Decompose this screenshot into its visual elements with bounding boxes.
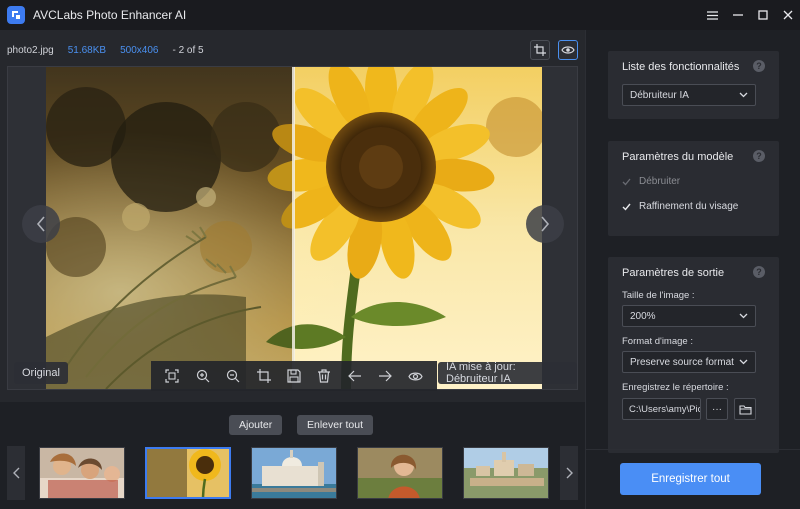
thumbnail-1[interactable] — [39, 447, 125, 499]
preview-toolbar — [151, 361, 437, 391]
chevron-left-icon — [36, 216, 45, 232]
thumbs-prev-button[interactable] — [7, 446, 25, 500]
thumbnail-4[interactable] — [357, 447, 443, 499]
zoom-in-button[interactable] — [192, 365, 214, 387]
help-icon[interactable]: ? — [753, 150, 765, 162]
zoom-out-button[interactable] — [222, 365, 244, 387]
denoise-option: Débruiter — [622, 176, 680, 187]
image-format-label: Format d'image : — [622, 336, 693, 347]
face-refine-option[interactable]: Raffinement du visage — [622, 201, 738, 212]
work-area: photo2.jpg 51.68KB 500x406 - 2 of 5 Orig… — [0, 30, 585, 402]
minimize-icon[interactable] — [725, 0, 750, 30]
save-directory-label: Enregistrez le répertoire : — [622, 382, 729, 393]
crop-button[interactable] — [253, 365, 275, 387]
save-directory-input[interactable]: C:\Users\amy\Pictures — [622, 398, 701, 420]
feature-select-value: Débruiteur IA — [630, 89, 689, 101]
browse-more-button[interactable]: ··· — [706, 398, 728, 420]
add-button[interactable]: Ajouter — [229, 415, 283, 435]
image-counter: - 2 of 5 — [172, 45, 204, 56]
denoise-checkbox — [622, 177, 631, 186]
close-icon[interactable] — [775, 0, 800, 30]
sunflower-photo[interactable] — [46, 67, 542, 389]
remove-all-button[interactable]: Enlever tout — [297, 415, 374, 435]
chevron-right-icon — [541, 216, 550, 232]
open-folder-button[interactable] — [734, 398, 756, 420]
redo-button[interactable] — [374, 365, 396, 387]
crop-icon — [534, 44, 546, 56]
preview-canvas: Original IA mise à jour: Débruiteur IA — [7, 66, 578, 391]
thumbnail-2-selected[interactable] — [145, 447, 231, 499]
crop-icon — [256, 369, 271, 383]
app-logo-icon — [7, 6, 25, 24]
file-name: photo2.jpg — [7, 45, 54, 56]
next-image-button[interactable] — [526, 205, 564, 243]
chevron-down-icon — [739, 92, 748, 98]
denoise-label: Débruiter — [639, 176, 681, 187]
menu-icon[interactable] — [700, 0, 725, 30]
help-icon[interactable]: ? — [753, 60, 765, 72]
image-size-value: 200% — [630, 310, 656, 322]
model-params-title: Paramètres du modèle — [622, 151, 734, 163]
arrow-left-icon — [347, 370, 361, 382]
image-info-bar: photo2.jpg 51.68KB 500x406 - 2 of 5 — [7, 45, 204, 56]
help-icon[interactable]: ? — [753, 266, 765, 278]
eye-icon — [408, 372, 423, 380]
preview-toggle-button[interactable] — [558, 40, 578, 60]
thumbs-next-button[interactable] — [560, 446, 578, 500]
feature-list-title: Liste des fonctionnalités — [622, 61, 740, 73]
panel-divider — [586, 449, 800, 450]
eye-icon — [561, 46, 575, 54]
original-label: Original — [14, 362, 68, 384]
save-icon — [287, 369, 301, 383]
output-params-title: Paramètres de sortie — [622, 267, 725, 279]
save-all-button[interactable]: Enregistrer tout — [620, 463, 761, 495]
file-size: 51.68KB — [67, 45, 107, 56]
image-size-label: Taille de l'image : — [622, 290, 695, 301]
feature-select[interactable]: Débruiteur IA — [622, 84, 756, 106]
check-icon — [622, 203, 631, 211]
chevron-down-icon — [739, 359, 748, 365]
face-refine-label: Raffinement du visage — [639, 201, 739, 212]
maximize-icon[interactable] — [750, 0, 775, 30]
settings-panel: Liste des fonctionnalités ? Débruiteur I… — [585, 30, 800, 509]
ai-updated-label: IA mise à jour: Débruiteur IA — [438, 361, 577, 385]
zoom-out-icon — [226, 369, 240, 383]
thumbnail-strip: Ajouter Enlever tout — [0, 402, 585, 509]
crop-view-button[interactable] — [530, 40, 550, 60]
save-button[interactable] — [283, 365, 305, 387]
app-title: AVCLabs Photo Enhancer AI — [33, 8, 187, 22]
chevron-down-icon — [739, 313, 748, 319]
delete-button[interactable] — [313, 365, 335, 387]
prev-image-button[interactable] — [22, 205, 60, 243]
image-dimensions: 500x406 — [120, 45, 159, 56]
fit-screen-button[interactable] — [161, 365, 183, 387]
thumbnail-3[interactable] — [251, 447, 337, 499]
chevron-right-icon — [566, 467, 573, 479]
feature-list-card: Liste des fonctionnalités ? Débruiteur I… — [608, 51, 779, 119]
compare-button[interactable] — [405, 365, 427, 387]
chevron-left-icon — [12, 467, 19, 479]
image-size-select[interactable]: 200% — [622, 305, 756, 327]
output-params-card: Paramètres de sortie ? Taille de l'image… — [608, 257, 779, 453]
undo-button[interactable] — [344, 365, 366, 387]
face-refine-checkbox[interactable] — [622, 202, 631, 211]
image-format-select[interactable]: Preserve source format — [622, 351, 756, 373]
image-format-value: Preserve source format — [630, 356, 734, 368]
arrow-right-icon — [379, 370, 393, 382]
fit-screen-icon — [165, 369, 179, 383]
title-bar: AVCLabs Photo Enhancer AI — [0, 0, 800, 30]
zoom-in-icon — [196, 369, 210, 383]
folder-icon — [738, 404, 752, 415]
window-controls — [700, 0, 800, 30]
thumbnail-5[interactable] — [463, 447, 549, 499]
model-params-card: Paramètres du modèle ? Débruiter Raffine… — [608, 141, 779, 236]
trash-icon — [318, 369, 331, 383]
check-icon — [622, 178, 631, 185]
